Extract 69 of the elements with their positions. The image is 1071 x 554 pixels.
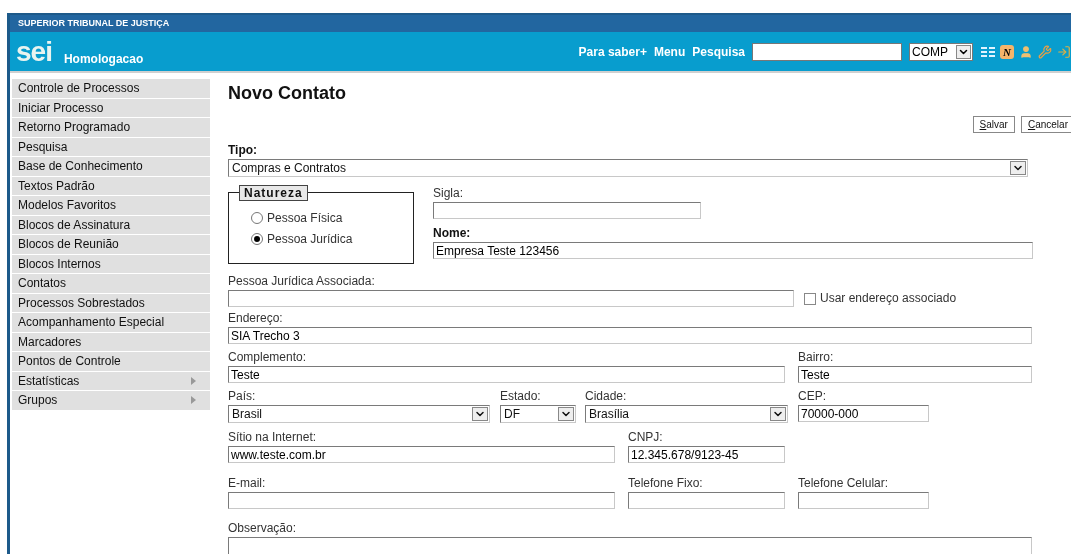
field-label: Pessoa Jurídica Associada:: [228, 274, 376, 288]
radio-label: Pessoa Jurídica: [267, 230, 353, 248]
sidebar-menu-item[interactable]: Grupos: [12, 391, 210, 411]
sidebar-menu-item[interactable]: Textos Padrão: [12, 176, 210, 196]
sidebar-menu-item[interactable]: Retorno Programado: [12, 118, 210, 138]
notes-badge[interactable]: N: [1000, 44, 1014, 59]
select-field[interactable]: DF: [500, 405, 576, 423]
field-label: Sítio na Internet:: [228, 430, 318, 444]
field-label: Complemento:: [228, 350, 308, 364]
field-label: Telefone Fixo:: [628, 476, 704, 490]
text-field[interactable]: 12.345.678/9123-45: [628, 446, 785, 463]
page-title: Novo Contato: [228, 82, 347, 104]
sidebar-menu-item[interactable]: Pesquisa: [12, 137, 210, 157]
field-label: E-mail:: [228, 476, 267, 490]
field-label: Bairro:: [798, 350, 835, 364]
sidebar-menu-item[interactable]: Processos Sobrestados: [12, 293, 210, 313]
sidebar-menu-item[interactable]: Contatos: [12, 274, 210, 294]
field-label: Telefone Celular:: [798, 476, 890, 490]
sidebar-menu-item[interactable]: Iniciar Processo: [12, 98, 210, 118]
radio-button[interactable]: [251, 232, 263, 245]
field-label: Sigla:: [433, 186, 465, 200]
environment-name: Homologacao: [63, 50, 144, 68]
group-legend: Natureza: [239, 185, 308, 201]
text-field[interactable]: 70000-000: [798, 405, 929, 422]
sidebar-menu-item[interactable]: Blocos de Assinatura: [12, 215, 210, 235]
sidebar-menu-item[interactable]: Acompanhamento Especial: [12, 313, 210, 333]
field-label: Tipo:: [228, 143, 259, 157]
sidebar-menu-item[interactable]: Marcadores: [12, 332, 210, 352]
field-label: Observação:: [228, 521, 298, 535]
sidebar-menu-item[interactable]: Blocos de Reunião: [12, 235, 210, 255]
organization-name: SUPERIOR TRIBUNAL DE JUSTIÇA: [18, 16, 170, 30]
radio-button[interactable]: [251, 211, 263, 224]
sidebar-menu-item[interactable]: Modelos Favoritos: [12, 196, 210, 216]
radio-label: Pessoa Física: [267, 209, 343, 227]
sidebar-menu-item[interactable]: Pontos de Controle: [12, 352, 210, 372]
text-field[interactable]: SIA Trecho 3: [228, 327, 1032, 344]
checkbox[interactable]: [804, 293, 816, 305]
submenu-arrow-icon: [191, 396, 196, 405]
text-field[interactable]: [433, 202, 701, 219]
field-label: CEP:: [798, 389, 827, 403]
field-label: Cidade:: [585, 389, 628, 403]
list-icon[interactable]: [981, 45, 995, 58]
text-field[interactable]: [228, 290, 794, 307]
unit-select[interactable]: COMP: [909, 42, 973, 61]
sidebar-menu-item[interactable]: Blocos Internos: [12, 254, 210, 274]
text-field[interactable]: Teste: [228, 366, 785, 383]
select-field[interactable]: Brasília: [585, 405, 788, 423]
text-field[interactable]: [798, 492, 929, 509]
field-label: País:: [228, 389, 257, 403]
text-field[interactable]: Empresa Teste 123456: [433, 242, 1033, 259]
field-label: Nome:: [433, 226, 472, 240]
text-field[interactable]: www.teste.com.br: [228, 446, 615, 463]
sidebar-menu-item[interactable]: Base de Conhecimento: [12, 157, 210, 177]
field-label: CNPJ:: [628, 430, 664, 444]
sidebar-menu-item[interactable]: Estatísticas: [12, 371, 210, 391]
text-field[interactable]: Teste: [798, 366, 1032, 383]
text-field[interactable]: [228, 492, 615, 509]
sidebar-menu-item[interactable]: Controle de Processos: [12, 79, 210, 99]
text-field[interactable]: [628, 492, 785, 509]
logo: sei: [16, 37, 52, 66]
select-field[interactable]: Compras e Contratos: [228, 159, 1028, 177]
select-field[interactable]: Brasil: [228, 405, 490, 423]
search-field[interactable]: [752, 42, 902, 61]
form-button[interactable]: Cancelar: [1020, 116, 1071, 133]
field-label: Estado:: [500, 389, 542, 403]
form-button[interactable]: Salvar: [972, 116, 1015, 133]
field-label: Endereço:: [228, 311, 284, 325]
submenu-arrow-icon: [191, 376, 196, 385]
checkbox-label: Usar endereço associado: [820, 290, 957, 307]
